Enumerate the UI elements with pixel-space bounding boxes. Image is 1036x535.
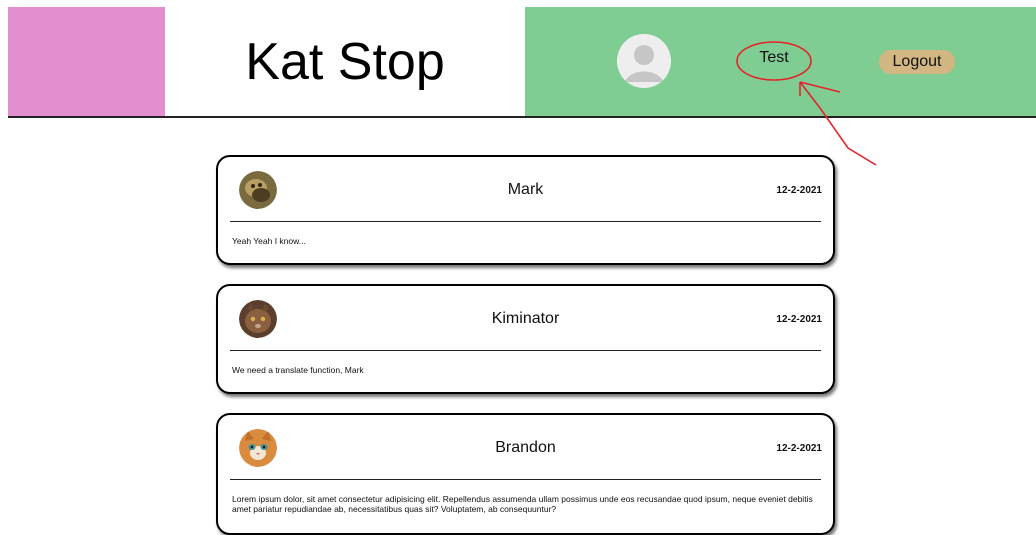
logout-button[interactable]: Logout <box>879 50 955 74</box>
header-divider <box>8 116 1036 118</box>
post-header: Mark 12-2-2021 <box>218 157 833 221</box>
site-header: Kat Stop Test Logout <box>0 0 1036 118</box>
post-card: Mark 12-2-2021 Yeah Yeah I know... <box>216 155 835 265</box>
post-card: Kiminator 12-2-2021 We need a translate … <box>216 284 835 394</box>
default-user-icon[interactable] <box>617 34 671 88</box>
site-title[interactable]: Kat Stop <box>165 7 525 117</box>
post-author[interactable]: Kiminator <box>218 310 833 328</box>
username-link[interactable]: Test <box>740 49 808 67</box>
post-date: 12-2-2021 <box>776 314 822 325</box>
brand-color-block <box>8 7 165 117</box>
post-text: We need a translate function, Mark <box>232 365 364 375</box>
post-text: Lorem ipsum dolor, sit amet consectetur … <box>232 494 813 514</box>
post-header: Kiminator 12-2-2021 <box>218 286 833 350</box>
post-author[interactable]: Brandon <box>218 439 833 457</box>
post-author[interactable]: Mark <box>218 181 833 199</box>
post-date: 12-2-2021 <box>776 185 822 196</box>
post-date: 12-2-2021 <box>776 443 822 454</box>
post-text: Yeah Yeah I know... <box>232 236 306 246</box>
user-silhouette-icon <box>617 34 671 88</box>
post-card: Brandon 12-2-2021 Lorem ipsum dolor, sit… <box>216 413 835 535</box>
post-header: Brandon 12-2-2021 <box>218 415 833 479</box>
